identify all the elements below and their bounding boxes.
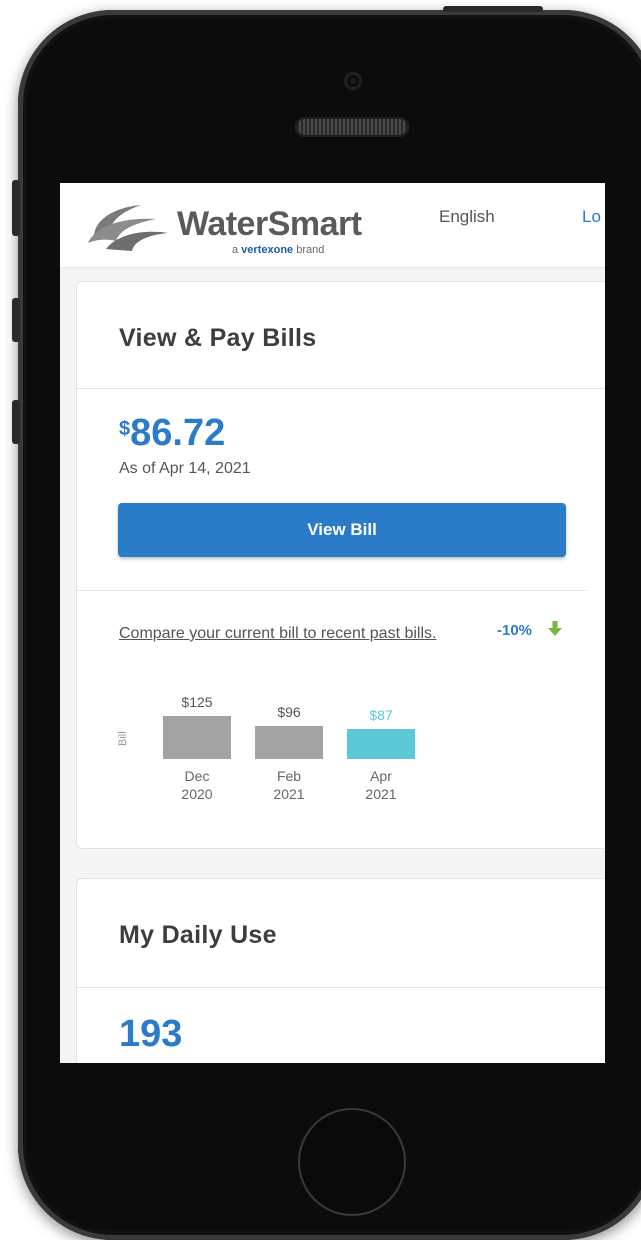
chart-bar — [347, 729, 415, 759]
chart-category-label-line: Feb — [276, 768, 302, 784]
app-header: WaterSmart a vertexone brand English Lo — [60, 183, 605, 268]
currency-symbol: $ — [119, 418, 131, 440]
chart-category-label-line: Apr — [370, 768, 392, 784]
brand-tagline-pre: a — [232, 244, 239, 256]
camera-lens — [344, 72, 362, 90]
daily-use-value: 193 — [119, 1013, 183, 1055]
bill-amount-value: 86.72 — [130, 412, 226, 454]
chart-bar — [163, 716, 231, 759]
chart-bar — [255, 726, 323, 759]
watersmart-logo[interactable]: WaterSmart a vertexone brand — [86, 197, 362, 257]
arrow-down-icon — [548, 621, 562, 636]
bills-card-title: View & Pay Bills — [119, 324, 317, 352]
chart-bar-value-label: $87 — [369, 707, 393, 723]
power-button — [443, 6, 543, 12]
brand-tagline-post: brand — [296, 244, 325, 256]
chart-category-label: Dec 2020 — [162, 767, 232, 803]
home-button[interactable] — [298, 1108, 406, 1216]
bills-card: View & Pay Bills $86.72 As of Apr 14, 20… — [76, 281, 605, 849]
compare-bills-link[interactable]: Compare your current bill to recent past… — [119, 622, 459, 646]
volume-up-button — [12, 298, 20, 342]
daily-use-card: My Daily Use 193 — [76, 878, 605, 1063]
brand-tagline-brand: vertexone — [241, 244, 294, 256]
silent-switch — [12, 180, 20, 236]
chart-bar-value-label: $125 — [181, 694, 213, 710]
bill-change-percent: -10% — [497, 622, 533, 639]
bills-card-divider — [77, 388, 605, 389]
brand-tagline: a vertexone brand — [232, 244, 324, 256]
bill-comparison-chart: Bill $125 Dec 2020 $96 Feb 2021 $87 Apr 2021 — [107, 692, 427, 822]
app-screen: WaterSmart a vertexone brand English Lo … — [60, 183, 605, 1063]
chart-category-label-line: 2020 — [181, 786, 213, 802]
bill-as-of-date: As of Apr 14, 2021 — [119, 460, 251, 477]
bills-card-inner-divider — [77, 590, 587, 591]
wave-logo-icon — [88, 205, 168, 251]
login-link[interactable]: Lo — [582, 207, 601, 227]
volume-down-button — [12, 400, 20, 444]
brand-name: WaterSmart — [177, 205, 362, 243]
daily-use-card-divider — [77, 987, 605, 988]
earpiece-speaker — [295, 117, 409, 137]
chart-category-label-line: 2021 — [365, 786, 397, 802]
chart-category-label-line: 2021 — [273, 786, 305, 802]
chart-category-label-line: Dec — [184, 768, 210, 784]
view-bill-button[interactable]: View Bill — [118, 503, 566, 557]
bill-amount: $86.72 — [119, 412, 225, 455]
chart-category-label: Feb 2021 — [254, 767, 324, 803]
chart-category-label: Apr 2021 — [346, 767, 416, 803]
daily-use-card-title: My Daily Use — [119, 921, 277, 949]
chart-y-axis-label: Bill — [117, 731, 129, 746]
language-selector[interactable]: English — [439, 207, 495, 227]
chart-bar-value-label: $96 — [277, 704, 301, 720]
